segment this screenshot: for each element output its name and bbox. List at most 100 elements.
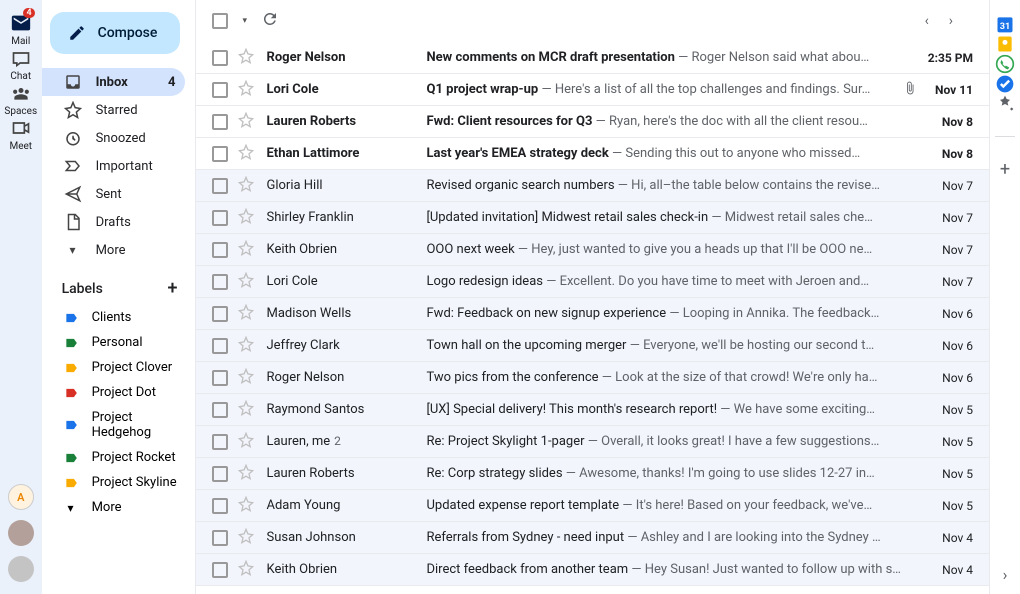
rail-item-spaces[interactable]: Spaces	[4, 82, 37, 117]
message-row[interactable]: Raymond Santos [UX] Special delivery! Th…	[196, 394, 989, 426]
rail-item-mail[interactable]: Mail4	[4, 12, 37, 47]
star-button[interactable]	[238, 80, 254, 100]
label-item[interactable]: Project Clover	[42, 355, 196, 380]
label-item[interactable]: Personal	[42, 330, 196, 355]
star-button[interactable]	[238, 400, 254, 420]
select-all-menu[interactable]: ▾	[242, 16, 247, 26]
message-row[interactable]: Lauren Roberts Fwd: Client resources for…	[196, 106, 989, 138]
message-row[interactable]: Shirley Franklin [Updated invitation] Mi…	[196, 202, 989, 234]
compose-button[interactable]: Compose	[50, 12, 180, 54]
labels-title: Labels	[62, 281, 103, 297]
sender: Ethan Lattimore	[266, 146, 426, 161]
star-button[interactable]	[238, 336, 254, 356]
label-item[interactable]: Project Rocket	[42, 445, 196, 470]
message-row[interactable]: Keith Obrien OOO next week — Hey, just w…	[196, 234, 989, 266]
sidebar-item-inbox[interactable]: Inbox4	[42, 68, 186, 96]
star-button[interactable]	[238, 48, 254, 68]
sidebar-item-drafts[interactable]: Drafts	[42, 208, 186, 236]
row-checkbox[interactable]	[212, 82, 228, 98]
calendar-icon[interactable]: 31	[995, 14, 1015, 34]
star-button[interactable]	[238, 528, 254, 548]
row-checkbox[interactable]	[212, 562, 228, 578]
label-item[interactable]: ▾More	[42, 495, 196, 520]
snippet: — Look at the size of that crowd! We're …	[599, 370, 878, 385]
message-content: Re: Corp strategy slides — Awesome, than…	[426, 466, 901, 481]
label-item[interactable]: Project Hedgehog	[42, 405, 196, 445]
keep-icon[interactable]	[995, 34, 1015, 54]
star-button[interactable]	[238, 240, 254, 260]
star-button[interactable]	[238, 112, 254, 132]
rail-item-meet[interactable]: Meet	[4, 117, 37, 152]
row-checkbox[interactable]	[212, 530, 228, 546]
add-addon-button[interactable]: +	[995, 159, 1015, 179]
sidebar-item-sent[interactable]: Sent	[42, 180, 186, 208]
snippet: — Sending this out to anyone who missed…	[609, 146, 860, 161]
row-checkbox[interactable]	[212, 50, 228, 66]
row-checkbox[interactable]	[212, 178, 228, 194]
star-button[interactable]	[238, 208, 254, 228]
message-row[interactable]: Ethan Lattimore Last year's EMEA strateg…	[196, 138, 989, 170]
add-label-button[interactable]: +	[167, 278, 177, 299]
row-checkbox[interactable]	[212, 306, 228, 322]
label-item[interactable]: Project Skyline	[42, 470, 196, 495]
side-panel: 31 + ›	[989, 0, 1020, 594]
message-row[interactable]: Madison Wells Fwd: Feedback on new signu…	[196, 298, 989, 330]
label-text: Project Skyline	[92, 475, 177, 490]
message-row[interactable]: Keith Obrien Direct feedback from anothe…	[196, 554, 989, 586]
star-button[interactable]	[238, 432, 254, 452]
star-button[interactable]	[238, 496, 254, 516]
contacts-icon[interactable]	[995, 54, 1015, 74]
avatar[interactable]	[8, 520, 34, 546]
sidebar-item-snoozed[interactable]: Snoozed	[42, 124, 186, 152]
sidebar-item-important[interactable]: Important	[42, 152, 186, 180]
select-all-checkbox[interactable]	[212, 13, 228, 29]
message-row[interactable]: Lauren Roberts Re: Corp strategy slides …	[196, 458, 989, 490]
star-button[interactable]	[238, 144, 254, 164]
row-checkbox[interactable]	[212, 466, 228, 482]
row-checkbox[interactable]	[212, 210, 228, 226]
row-checkbox[interactable]	[212, 146, 228, 162]
row-checkbox[interactable]	[212, 434, 228, 450]
row-checkbox[interactable]	[212, 498, 228, 514]
snippet: — Excellent. Do you have time to meet wi…	[543, 274, 869, 289]
star-button[interactable]	[238, 304, 254, 324]
star-button[interactable]	[238, 176, 254, 196]
message-row[interactable]: Gloria Hill Revised organic search numbe…	[196, 170, 989, 202]
avatar[interactable]: A	[8, 484, 34, 510]
message-row[interactable]: Roger Nelson Two pics from the conferenc…	[196, 362, 989, 394]
avatar[interactable]	[8, 556, 34, 582]
rail-item-chat[interactable]: Chat	[4, 47, 37, 82]
sidebar-item-more[interactable]: ▾More	[42, 236, 186, 264]
label-item[interactable]: Clients	[42, 305, 196, 330]
refresh-button[interactable]	[261, 10, 279, 32]
row-checkbox[interactable]	[212, 114, 228, 130]
addon-icon[interactable]	[995, 94, 1015, 114]
toolbar: ▾ ‹ ›	[196, 0, 989, 42]
nav-label: More	[96, 243, 126, 258]
prev-page-button[interactable]: ‹	[925, 13, 929, 29]
message-row[interactable]: Lori Cole Logo redesign ideas — Excellen…	[196, 266, 989, 298]
sender: Jeffrey Clark	[266, 338, 426, 353]
message-row[interactable]: Jeffrey Clark Town hall on the upcoming …	[196, 330, 989, 362]
row-checkbox[interactable]	[212, 274, 228, 290]
label-item[interactable]: Project Dot	[42, 380, 196, 405]
row-checkbox[interactable]	[212, 402, 228, 418]
star-button[interactable]	[238, 272, 254, 292]
star-button[interactable]	[238, 368, 254, 388]
message-row[interactable]: Adam Young Updated expense report templa…	[196, 490, 989, 522]
subject: Town hall on the upcoming merger	[426, 338, 626, 353]
message-row[interactable]: Susan Johnson Referrals from Sydney - ne…	[196, 522, 989, 554]
next-page-button[interactable]: ›	[949, 13, 953, 29]
tasks-icon[interactable]	[995, 74, 1015, 94]
star-button[interactable]	[238, 464, 254, 484]
message-row[interactable]: Roger Nelson New comments on MCR draft p…	[196, 42, 989, 74]
message-row[interactable]: Lori Cole Q1 project wrap-up — Here's a …	[196, 74, 989, 106]
sender: Roger Nelson	[266, 370, 426, 385]
row-checkbox[interactable]	[212, 338, 228, 354]
message-row[interactable]: Lauren, me2 Re: Project Skylight 1-pager…	[196, 426, 989, 458]
star-button[interactable]	[238, 560, 254, 580]
sidebar-item-starred[interactable]: Starred	[42, 96, 186, 124]
row-checkbox[interactable]	[212, 242, 228, 258]
collapse-panel-button[interactable]: ›	[1003, 565, 1008, 584]
row-checkbox[interactable]	[212, 370, 228, 386]
